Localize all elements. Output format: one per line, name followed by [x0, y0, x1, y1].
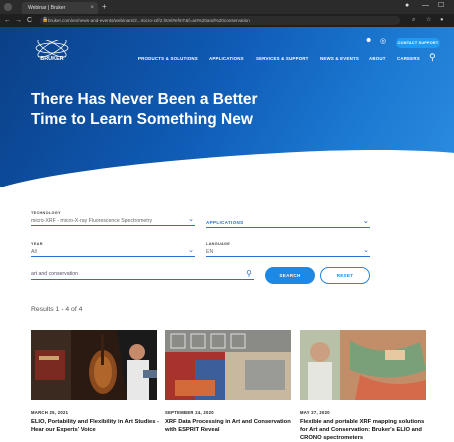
contact-support-button[interactable]: CONTACT SUPPORT [396, 38, 440, 48]
hero-title-line-2: Time to Learn Something New [31, 111, 253, 128]
nav-careers[interactable]: CAREERS [397, 56, 420, 61]
magnifier-icon[interactable]: ⚲ [246, 268, 252, 279]
card-date: SEPTEMBER 24, 2020 [165, 410, 214, 415]
hero-title-line-1: There Has Never Been a Better [31, 91, 258, 108]
browser-tab-bar: Webinar | Bruker × + ● — ☐ [0, 0, 454, 14]
chevron-down-icon: ⌄ [362, 218, 369, 225]
applications-value: APPLICATIONS [206, 220, 244, 225]
hero-title: There Has Never Been a Better Time to Le… [31, 90, 311, 130]
technology-label: TECHNOLOGY [31, 211, 61, 215]
tab-close-icon[interactable]: × [90, 2, 94, 14]
minimize-icon[interactable]: — [422, 1, 429, 11]
card-date: MAY 27, 2020 [300, 410, 330, 415]
profile-dot-icon[interactable]: ● [405, 1, 409, 11]
nav-about[interactable]: ABOUT [369, 56, 386, 61]
browser-tab[interactable]: Webinar | Bruker × [22, 2, 98, 14]
card-title[interactable]: Flexible and portable XRF mapping soluti… [300, 418, 432, 442]
nav-services-support[interactable]: SERVICES & SUPPORT [256, 56, 309, 61]
year-label: YEAR [31, 242, 43, 246]
webinar-card[interactable]: MAY 27, 2020 Flexible and portable XRF m… [300, 330, 426, 441]
year-value: All [31, 249, 37, 255]
card-thumbnail-esprit-maps[interactable] [165, 330, 291, 400]
back-icon[interactable]: ← [4, 15, 11, 26]
bookmark-star-icon[interactable]: ☆ [426, 16, 431, 25]
language-value: EN [206, 249, 214, 255]
search-icon[interactable]: ⚲ [429, 52, 436, 63]
nav-news-events[interactable]: NEWS & EVENTS [320, 56, 359, 61]
nav-applications[interactable]: APPLICATIONS [209, 56, 244, 61]
chevron-down-icon: ⌄ [188, 216, 194, 223]
search-button[interactable]: SEARCH [265, 267, 315, 284]
hero-banner: BRUKER ☻ ◎ CONTACT SUPPORT PRODUCTS & SO… [0, 27, 454, 187]
reset-button[interactable]: RESET [320, 267, 370, 284]
chevron-down-icon: ⌄ [188, 247, 194, 254]
browser-tab-title: Webinar | Bruker [28, 5, 66, 11]
chevron-down-icon: ⌄ [363, 247, 369, 254]
keyword-search-value: art and conservation [31, 271, 79, 277]
browser-menu-icon[interactable] [4, 3, 12, 11]
logo-text: BRUKER [40, 56, 64, 62]
url-text: bruker.com/en/news-and-events/webinars/2… [48, 18, 250, 23]
globe-icon[interactable]: ◎ [380, 37, 386, 45]
webinar-card[interactable]: MARCH 25, 2021 ELIO, Portability and Fle… [31, 330, 159, 433]
card-date: MARCH 25, 2021 [31, 410, 69, 415]
nav-products-solutions[interactable]: PRODUCTS & SOLUTIONS [138, 56, 198, 61]
year-select[interactable]: All ⌄ [31, 247, 195, 257]
url-field[interactable]: 🔒 bruker.com/en/news-and-events/webinars… [40, 16, 400, 25]
forward-icon[interactable]: → [15, 15, 22, 26]
reload-icon[interactable]: C [27, 15, 32, 26]
technology-select[interactable]: micro-XRF - micro-X-ray Fluorescence Spe… [31, 216, 195, 226]
account-icon[interactable]: ● [440, 16, 444, 25]
applications-select[interactable]: APPLICATIONS ⌄ [206, 218, 370, 228]
zoom-icon[interactable]: ⌕ [412, 16, 415, 25]
webinar-card[interactable]: SEPTEMBER 24, 2020 XRF Data Processing i… [165, 330, 291, 433]
card-title[interactable]: ELIO, Portability and Flexibility in Art… [31, 418, 163, 434]
maximize-icon[interactable]: ☐ [438, 1, 444, 11]
card-title[interactable]: XRF Data Processing in Art and Conservat… [165, 418, 297, 434]
card-thumbnail-violin[interactable] [31, 330, 157, 400]
address-bar-row: ← → C 🔒 bruker.com/en/news-and-events/we… [0, 14, 454, 27]
language-label: LANGUAGE [206, 242, 231, 246]
keyword-search-input[interactable]: art and conservation ⚲ [31, 268, 254, 280]
technology-value: micro-XRF - micro-X-ray Fluorescence Spe… [31, 218, 153, 224]
user-icon[interactable]: ☻ [365, 37, 372, 44]
new-tab-icon[interactable]: + [102, 2, 107, 12]
results-count: Results 1 - 4 of 4 [31, 306, 83, 313]
bruker-logo[interactable]: BRUKER [32, 40, 72, 62]
lock-icon: 🔒 [42, 17, 49, 23]
hero-wave-shape [0, 141, 454, 187]
language-select[interactable]: EN ⌄ [206, 247, 370, 257]
card-thumbnail-painting[interactable] [300, 330, 426, 400]
